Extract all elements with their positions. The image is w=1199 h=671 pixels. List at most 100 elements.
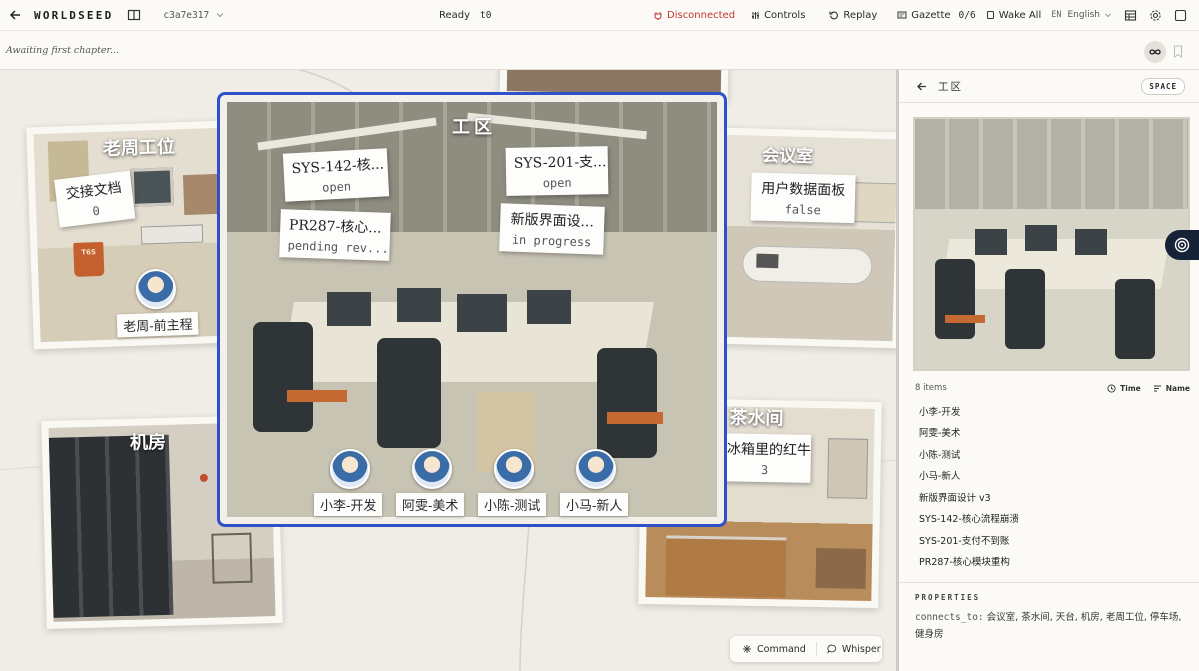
note-name: 用户数据面板	[761, 180, 846, 199]
chat-bubble-icon	[826, 644, 836, 654]
property-key: connects_to:	[915, 612, 984, 623]
wake-all-label: Wake All	[998, 9, 1042, 21]
note-value: pending rev...	[287, 238, 389, 256]
language-value: English	[1067, 10, 1101, 20]
list-item[interactable]: SYS-201-支付不到账	[915, 529, 1190, 551]
language-select[interactable]: English	[1068, 10, 1113, 20]
items-header: 8 items Time Name	[915, 383, 1190, 393]
sort-name-label: Name	[1165, 383, 1190, 393]
tick-counter: t0	[480, 9, 492, 21]
sticky-note[interactable]: 冰箱里的红牛 3	[718, 433, 812, 483]
connection-label: Disconnected	[667, 9, 736, 21]
agent-label: 小马-新人	[560, 493, 629, 516]
note-name: 冰箱里的红牛	[726, 441, 812, 459]
agent-label: 阿雯-美术	[396, 493, 465, 516]
unplug-icon	[654, 12, 662, 20]
controls-button[interactable]: Controls	[751, 10, 805, 21]
note-name: SYS-142-核...	[291, 156, 385, 178]
space-badge: SPACE	[1141, 78, 1185, 95]
table-icon[interactable]	[1124, 9, 1137, 22]
list-item[interactable]: 小马-新人	[915, 465, 1190, 487]
newspaper-icon	[897, 11, 907, 19]
brand-title: WORLDSEED	[34, 8, 114, 22]
note-value: false	[784, 202, 821, 218]
sticky-note[interactable]: 交接文档 0	[54, 170, 136, 228]
list-item[interactable]: 阿雯-美术	[915, 422, 1190, 444]
gazette-count: 0/6	[958, 9, 976, 21]
chapter-bar: Awaiting first chapter...	[0, 30, 1199, 70]
chapter-text: Awaiting first chapter...	[6, 44, 120, 56]
gazette-label: Gazette	[911, 9, 951, 21]
list-item[interactable]: SYS-142-核心流程崩溃	[915, 508, 1190, 530]
chevron-down-icon	[1105, 13, 1111, 18]
sparkle-icon	[743, 645, 751, 653]
list-item[interactable]: PR287-核心模块重构	[915, 551, 1190, 573]
list-item[interactable]: 小陈-测试	[915, 443, 1190, 465]
agent-avatar[interactable]	[494, 449, 534, 489]
sticky-note[interactable]: 用户数据面板 false	[750, 172, 856, 224]
divider	[815, 642, 817, 656]
whisper-button[interactable]: Whisper	[826, 643, 881, 655]
target-icon[interactable]	[1165, 230, 1199, 260]
bookmark-icon[interactable]	[1173, 45, 1183, 58]
book-icon[interactable]	[127, 8, 141, 22]
sticky-note[interactable]: 新版界面设... in progress	[499, 203, 605, 255]
sticky-note[interactable]: SYS-201-支... open	[505, 146, 609, 196]
sort-icon	[1153, 385, 1161, 391]
spiral-icon	[1174, 237, 1190, 253]
agent-label: 小陈-测试	[478, 493, 547, 516]
properties-section: PROPERTIES connects_to: 会议室, 茶水间, 天台, 机房…	[899, 582, 1199, 653]
room-title: 老周工位	[102, 136, 176, 160]
command-button[interactable]: Command	[742, 644, 806, 655]
world-canvas[interactable]: T6S 老周工位 交接文档 0 老周-前主程 会议室 用户数据面板 false …	[0, 70, 896, 671]
note-value: 0	[91, 203, 101, 219]
chevron-down-icon[interactable]	[215, 10, 225, 20]
sort-by-time[interactable]: Time	[1107, 384, 1141, 393]
infinite-loop-button[interactable]	[1144, 41, 1166, 63]
note-value: open	[321, 179, 352, 195]
world-id[interactable]: c3a7e317	[163, 10, 209, 21]
agent-avatar[interactable]	[412, 449, 452, 489]
note-name: PR287-核心...	[288, 217, 382, 237]
note-value: 3	[760, 463, 769, 478]
status-area: Ready t0	[439, 0, 492, 30]
whisper-label: Whisper	[841, 643, 881, 655]
room-card-old-zhou[interactable]: T6S 老周工位 交接文档 0 老周-前主程	[26, 120, 232, 350]
sort-by-name[interactable]: Name	[1153, 384, 1190, 393]
list-item[interactable]: 新版界面设计 v3	[915, 486, 1190, 508]
replay-button[interactable]: Replay	[829, 10, 877, 21]
back-arrow-icon[interactable]	[915, 80, 928, 93]
note-value: open	[542, 175, 572, 191]
item-list: 小李-开发 阿雯-美术 小陈-测试 小马-新人 新版界面设计 v3 SYS-14…	[915, 400, 1190, 572]
agent-avatar[interactable]	[330, 449, 370, 489]
status-text: Ready	[439, 9, 471, 21]
note-name: SYS-201-支...	[513, 154, 607, 172]
back-arrow-icon[interactable]	[8, 8, 22, 22]
mug-label: T6S	[73, 241, 105, 277]
command-label: Command	[757, 643, 806, 655]
properties-label: PROPERTIES	[915, 593, 981, 602]
inspector-panel: 工区 SPACE 8 items Time Name 小李-开发 阿雯-美术 小…	[896, 70, 1199, 671]
clock-icon	[1107, 383, 1116, 393]
room-card-workarea[interactable]: 工区 SYS-142-核... open SYS-201-支... open P…	[217, 92, 727, 527]
panel-toggle-icon[interactable]	[1174, 9, 1187, 22]
items-count: 8 items	[915, 383, 947, 393]
alarm-icon	[986, 11, 994, 19]
list-item[interactable]: 小李-开发	[915, 400, 1190, 422]
sticky-note[interactable]: PR287-核心... pending rev...	[279, 209, 391, 261]
room-preview-image	[913, 117, 1190, 371]
wake-all-button[interactable]: Wake All	[986, 9, 1042, 21]
room-card-meeting[interactable]: 会议室 用户数据面板 false	[713, 127, 896, 349]
replay-icon	[829, 11, 839, 20]
note-name: 交接文档	[64, 179, 123, 203]
property-connects-to: connects_to: 会议室, 茶水间, 天台, 机房, 老周工位, 停车场…	[915, 609, 1183, 643]
agent-avatar[interactable]	[576, 449, 616, 489]
sticky-note[interactable]: SYS-142-核... open	[282, 148, 390, 202]
sort-time-label: Time	[1120, 383, 1141, 393]
connection-status[interactable]: Disconnected	[653, 10, 735, 21]
gear-icon[interactable]	[1149, 9, 1162, 22]
note-value: in progress	[511, 232, 592, 250]
top-bar: WORLDSEED c3a7e317 Ready t0 Disconnected…	[0, 0, 1199, 30]
gazette-button[interactable]: Gazette 0/6	[897, 9, 976, 21]
replay-label: Replay	[843, 9, 878, 21]
